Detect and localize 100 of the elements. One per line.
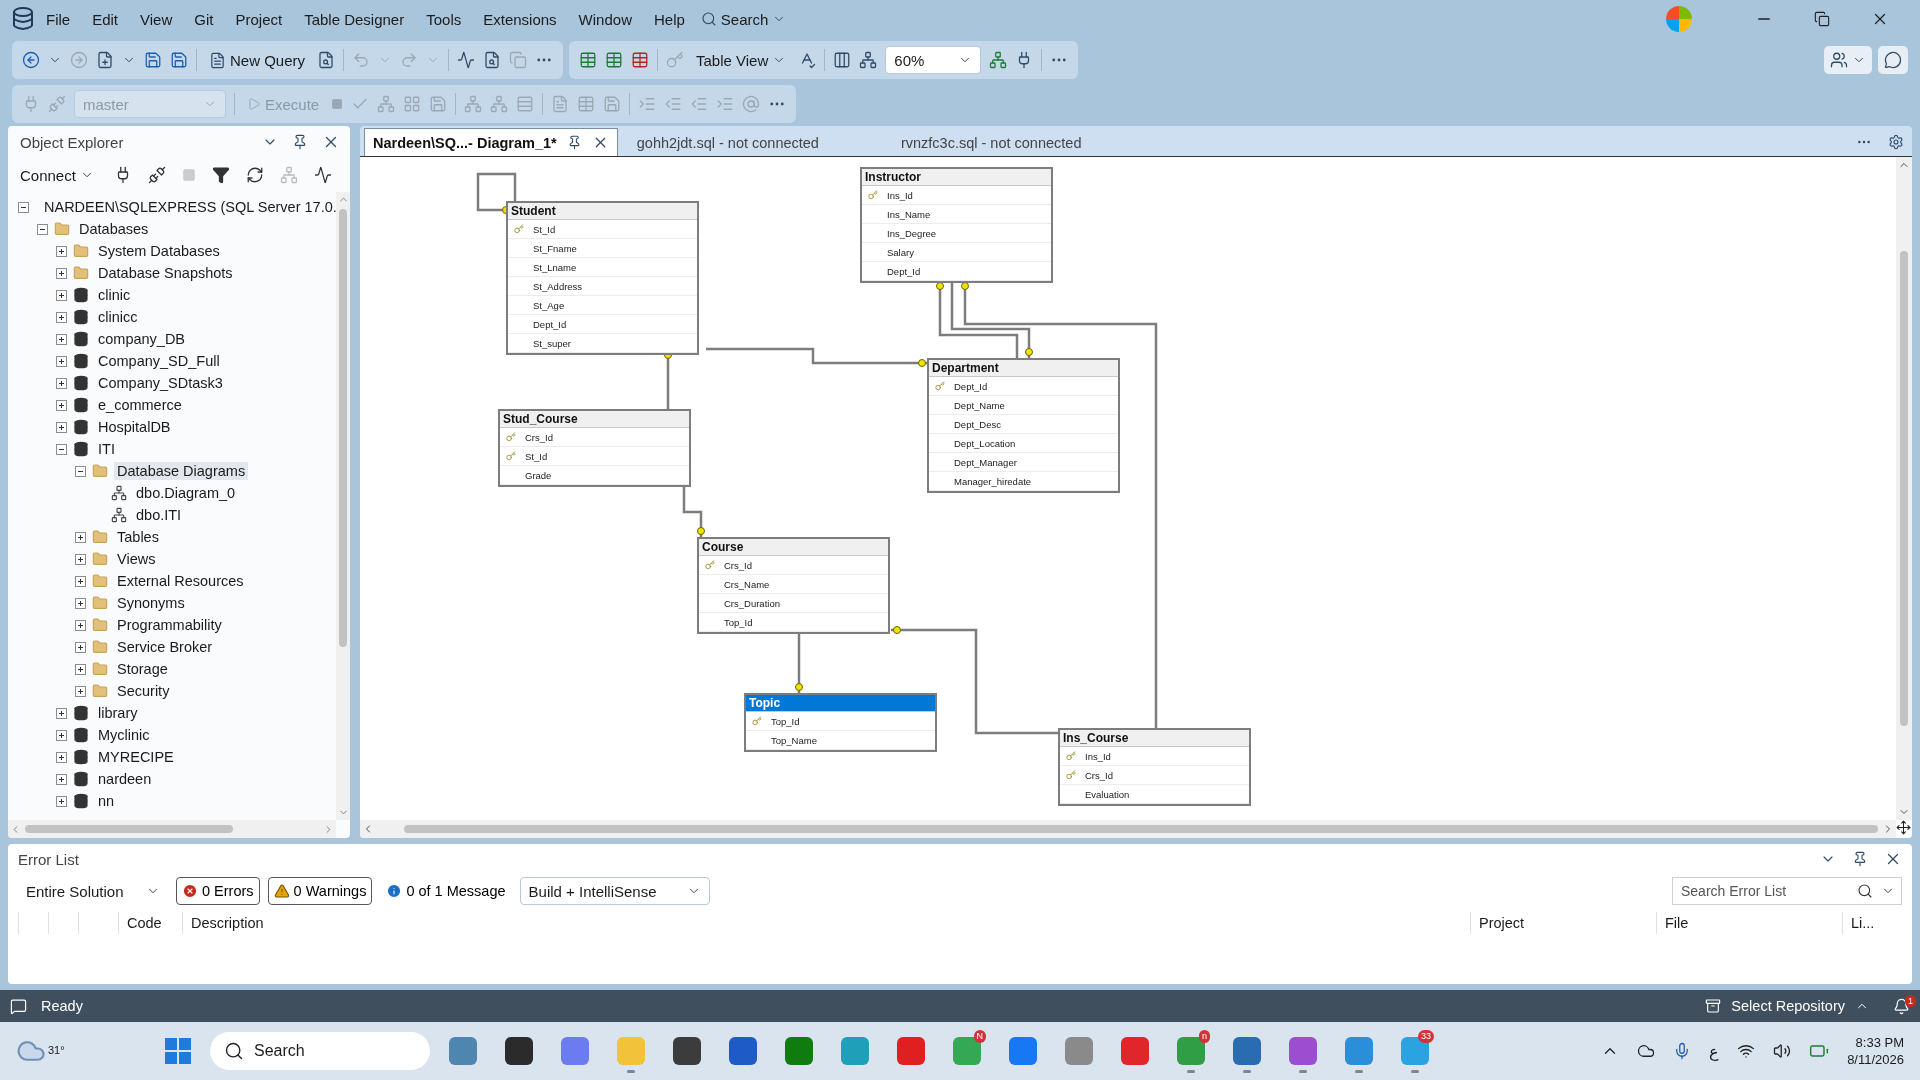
column-header[interactable]: Description — [182, 912, 1470, 934]
menu-item[interactable]: File — [36, 10, 81, 28]
view-mode-dropdown[interactable]: Table View — [692, 49, 791, 71]
menu-item[interactable]: Help — [643, 10, 695, 28]
refresh-icon[interactable] — [245, 166, 264, 184]
app-icon[interactable] — [673, 1037, 701, 1065]
expand-toggle-icon[interactable] — [56, 751, 67, 763]
tree-item[interactable]: Tables — [114, 528, 162, 546]
tree-item[interactable]: External Resources — [114, 572, 247, 590]
expand-toggle-icon[interactable] — [56, 355, 67, 367]
expand-toggle-icon[interactable] — [75, 465, 86, 477]
column-header[interactable]: Project — [1470, 912, 1656, 934]
tree-item[interactable]: Service Broker — [114, 638, 216, 656]
notifications-icon[interactable] — [1893, 997, 1910, 1015]
expand-toggle-icon[interactable] — [75, 619, 86, 631]
live-share-icon[interactable] — [1830, 51, 1848, 69]
tree-item[interactable]: Databases — [76, 220, 152, 238]
column-header[interactable]: Code — [118, 912, 182, 934]
menu-item[interactable]: Table Designer — [294, 10, 415, 28]
tree-item[interactable]: NARDEEN\SQLEXPRESS (SQL Server 17.0. — [41, 198, 336, 216]
menu-item[interactable]: Window — [568, 10, 642, 28]
menu-item[interactable]: Tools — [416, 10, 472, 28]
tree-item[interactable]: MYRECIPE — [95, 748, 177, 766]
page-break-icon[interactable] — [833, 51, 852, 69]
expand-toggle-icon[interactable] — [56, 795, 67, 807]
output-icon[interactable] — [10, 997, 27, 1015]
delete-table-icon[interactable] — [631, 51, 650, 69]
windows-start-icon[interactable] — [165, 1038, 191, 1064]
warnings-filter[interactable]: 0 Warnings — [267, 877, 373, 905]
table-card[interactable]: Topic Top_Id Top_Name — [744, 693, 937, 752]
column-header[interactable]: File — [1656, 912, 1842, 934]
new-query-button[interactable]: New Query — [205, 49, 310, 71]
tree-item[interactable]: company_DB — [95, 330, 189, 348]
save-all-icon[interactable] — [170, 51, 188, 69]
pin-icon[interactable] — [292, 134, 308, 150]
pan-icon[interactable] — [1896, 820, 1911, 835]
tree-item[interactable]: Security — [114, 682, 173, 700]
save-icon[interactable] — [144, 51, 162, 69]
warning-icon[interactable] — [273, 883, 290, 899]
expand-toggle-icon[interactable] — [75, 685, 86, 697]
table-card[interactable]: Stud_Course Crs_Id St_Id Grade — [498, 409, 691, 487]
activity-monitor-icon[interactable] — [457, 51, 476, 69]
expand-toggle-icon[interactable] — [56, 421, 67, 433]
search-box[interactable]: Search Error List — [1672, 877, 1902, 905]
expand-toggle-icon[interactable] — [75, 575, 86, 587]
disconnect-icon[interactable] — [147, 166, 166, 184]
table-card[interactable]: Student St_Id St_Fname St_Lname St_Address St_Age Dept_Id St_super — [506, 201, 699, 355]
tree-item[interactable]: e_commerce — [95, 396, 185, 414]
expand-toggle-icon[interactable] — [18, 201, 29, 213]
expand-toggle-icon[interactable] — [75, 663, 86, 675]
settings-icon[interactable] — [1888, 134, 1904, 150]
table-card[interactable]: Instructor Ins_Id Ins_Name Ins_Degree Salary Dept_Id — [860, 167, 1053, 283]
info-icon[interactable] — [386, 883, 403, 899]
menu-item[interactable]: Project — [225, 10, 293, 28]
tree-item[interactable]: nn — [95, 792, 118, 810]
expand-toggle-icon[interactable] — [56, 443, 67, 455]
errors-filter[interactable]: 0 Errors — [176, 877, 260, 905]
tree-item[interactable]: dbo.ITI — [133, 506, 185, 524]
expand-toggle-icon[interactable] — [37, 223, 48, 235]
tree-item[interactable]: Views — [114, 550, 159, 568]
add-table-icon[interactable] — [605, 51, 624, 69]
cloud-icon[interactable] — [1637, 1042, 1656, 1060]
search-icon[interactable] — [224, 1041, 244, 1061]
new-table-icon[interactable] — [579, 51, 598, 69]
expand-toggle-icon[interactable] — [56, 245, 67, 257]
query-file-icon[interactable] — [209, 51, 226, 69]
document-tab[interactable]: gohh2jdt.sql - not connected — [627, 128, 828, 156]
select-repository-button[interactable]: Select Repository — [1731, 998, 1845, 1014]
expand-toggle-icon[interactable] — [56, 707, 67, 719]
expand-toggle-icon[interactable] — [75, 597, 86, 609]
language-indicator[interactable]: ع — [1709, 1041, 1720, 1061]
expand-toggle-icon[interactable] — [56, 729, 67, 741]
tree-item[interactable]: nardeen — [95, 770, 155, 788]
connect-dropdown[interactable]: Connect — [16, 164, 98, 186]
expand-toggle-icon[interactable] — [56, 773, 67, 785]
expand-toggle-icon[interactable] — [56, 333, 67, 345]
tree-item[interactable]: Synonyms — [114, 594, 188, 612]
column-header[interactable]: Li... — [1842, 912, 1902, 934]
app-icon[interactable] — [729, 1037, 757, 1065]
filter-icon[interactable] — [211, 166, 230, 184]
tree-item[interactable]: library — [95, 704, 141, 722]
document-tab[interactable]: Nardeen\SQ...- Diagram_1* — [364, 128, 618, 156]
tree-item[interactable]: Myclinic — [95, 726, 153, 744]
tree-item[interactable]: ITI — [95, 440, 118, 458]
expand-toggle-icon[interactable] — [75, 641, 86, 653]
activity-monitor-icon[interactable] — [313, 166, 332, 184]
pin-icon[interactable] — [566, 135, 582, 150]
app-logo-icon[interactable] — [12, 7, 34, 31]
arrange-icon[interactable] — [859, 51, 878, 69]
expand-toggle-icon[interactable] — [56, 311, 67, 323]
expand-toggle-icon[interactable] — [56, 377, 67, 389]
pin-icon[interactable] — [1852, 851, 1868, 867]
document-tab[interactable]: rvnzfc3c.sql - not connected — [891, 128, 1091, 156]
tree-item[interactable]: Company_SD_Full — [95, 352, 223, 370]
relationships-icon[interactable] — [989, 51, 1008, 69]
menu-item[interactable]: Git — [184, 10, 224, 28]
back-icon[interactable] — [22, 51, 40, 69]
tree-item[interactable]: System Databases — [95, 242, 223, 260]
zoom-dropdown[interactable]: 60% — [885, 46, 982, 74]
tree-item[interactable]: Database Snapshots — [95, 264, 236, 282]
